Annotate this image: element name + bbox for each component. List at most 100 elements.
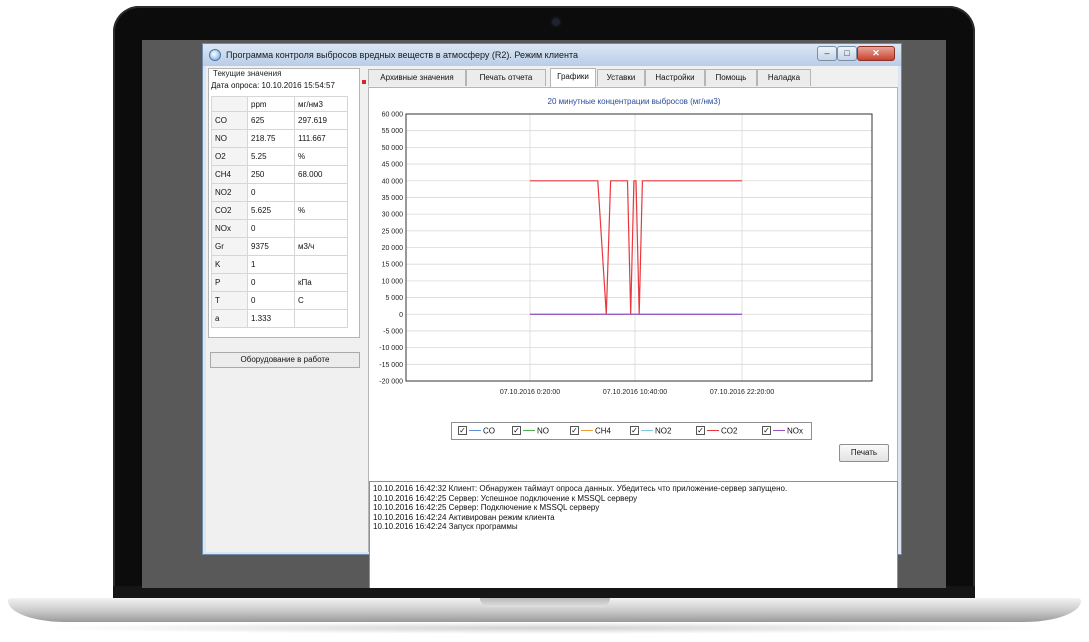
table-cell[interactable]: P (211, 273, 248, 292)
table-cell[interactable]: 0 (247, 273, 295, 292)
table-cell[interactable]: CO (211, 111, 248, 130)
legend-checkbox[interactable]: ✓ (696, 426, 705, 436)
y-tick-label: 35 000 (382, 195, 404, 202)
poll-date: Дата опроса: 10.10.2016 15:54:57 (211, 81, 335, 90)
table-cell[interactable]: 111.667 (294, 129, 348, 148)
table-cell[interactable]: a (211, 309, 248, 328)
legend-item[interactable]: ✓ CO2 (696, 426, 737, 438)
legend-item[interactable]: ✓ CH4 (570, 426, 611, 438)
legend-swatch (707, 430, 719, 432)
x-tick-label: 07.10.2016 10:40:00 (603, 389, 667, 396)
table-cell[interactable]: NO2 (211, 183, 248, 202)
event-log[interactable]: 10.10.2016 16:42:32 Клиент: Обнаружен та… (369, 481, 898, 588)
table-row: T0C (211, 291, 348, 310)
y-tick-label: 5 000 (385, 295, 403, 302)
table-row: CO2 5.625% (211, 201, 348, 220)
table-cell[interactable]: 9375 (247, 237, 295, 256)
print-button[interactable]: Печать (839, 444, 889, 462)
table-cell[interactable]: CH4 (211, 165, 248, 184)
minimize-button[interactable]: – (817, 46, 837, 61)
log-line: 10.10.2016 16:42:24 Запуск программы (373, 522, 518, 531)
tab-help[interactable]: Помощь (705, 69, 757, 86)
close-button[interactable]: ✕ (857, 46, 895, 61)
y-tick-label: 0 (399, 312, 403, 319)
legend-swatch (581, 430, 593, 432)
y-tick-label: 25 000 (382, 228, 404, 235)
legend-checkbox[interactable]: ✓ (630, 426, 639, 436)
table-cell[interactable]: O2 (211, 147, 248, 166)
table-cell[interactable]: % (294, 147, 348, 166)
table-cell[interactable]: 1.333 (247, 309, 295, 328)
legend-item[interactable]: ✓ NO2 (630, 426, 671, 438)
table-cell[interactable]: 218.75 (247, 129, 295, 148)
window-title: Программа контроля выбросов вредных веще… (226, 50, 579, 60)
tab-settings[interactable]: Настройки (645, 69, 705, 86)
table-cell[interactable]: % (294, 201, 348, 220)
y-tick-label: 30 000 (382, 212, 404, 219)
maximize-button[interactable]: □ (837, 46, 857, 61)
y-tick-label: 50 000 (382, 145, 404, 152)
y-tick-label: -5 000 (383, 328, 403, 335)
table-row: CH4 250 68.000 (211, 165, 348, 184)
current-values-table: ppm мг/нм3 CO 625 297.619 NO 218.75 111.667 O2… (211, 96, 348, 328)
app-icon (209, 49, 221, 61)
table-cell[interactable] (294, 183, 348, 202)
table-cell[interactable]: CO2 (211, 201, 248, 220)
legend-checkbox[interactable]: ✓ (458, 426, 467, 436)
tab-archive[interactable]: Архивные значения (368, 69, 466, 86)
log-line: 10.10.2016 16:42:32 Клиент: Обнаружен та… (373, 484, 788, 493)
table-row: NOx 0 (211, 219, 348, 238)
table-cell[interactable]: м3/ч (294, 237, 348, 256)
title-bar[interactable]: Программа контроля выбросов вредных веще… (203, 44, 901, 66)
table-cell[interactable]: 0 (247, 291, 295, 310)
table-cell[interactable]: 250 (247, 165, 295, 184)
table-cell[interactable]: 0 (247, 183, 295, 202)
tab-setpoints[interactable]: Уставки (597, 69, 645, 86)
y-tick-label: -15 000 (379, 362, 403, 369)
legend-item[interactable]: ✓ NO (512, 426, 549, 438)
table-cell[interactable]: Gr (211, 237, 248, 256)
legend-item[interactable]: ✓ NOx (762, 426, 803, 438)
table-cell[interactable]: кПа (294, 273, 348, 292)
table-cell[interactable]: C (294, 291, 348, 310)
tab-print-report[interactable]: Печать отчета (466, 69, 546, 86)
table-cell[interactable]: 5.625 (247, 201, 295, 220)
table-row: NO 218.75 111.667 (211, 129, 348, 148)
legend-checkbox[interactable]: ✓ (512, 426, 521, 436)
tab-charts[interactable]: Графики (550, 68, 596, 87)
table-cell[interactable]: 625 (247, 111, 295, 130)
app-window: Программа контроля выбросов вредных веще… (202, 43, 902, 588)
tab-tuning[interactable]: Наладка (757, 69, 811, 86)
table-cell[interactable]: NOx (211, 219, 248, 238)
table-cell[interactable]: NO (211, 129, 248, 148)
y-tick-label: 40 000 (382, 178, 404, 185)
table-cell[interactable]: 1 (247, 255, 295, 274)
x-tick-label: 07.10.2016 22:20:00 (710, 389, 774, 396)
equipment-status-button[interactable]: Оборудование в работе (210, 352, 360, 368)
table-row: O2 5.25% (211, 147, 348, 166)
log-line: 10.10.2016 16:42:25 Сервер: Успешное под… (373, 493, 638, 503)
y-tick-label: 60 000 (382, 112, 404, 119)
legend-item[interactable]: ✓ CO (458, 426, 495, 438)
table-cell[interactable] (294, 255, 348, 274)
table-cell[interactable]: 68.000 (294, 165, 348, 184)
legend-checkbox[interactable]: ✓ (570, 426, 579, 436)
table-row: K1 (211, 255, 348, 274)
column-header (211, 96, 248, 112)
legend-label: NO (537, 426, 549, 436)
camera-icon (552, 18, 560, 26)
client-area: Текущие значения Дата опроса: 10.10.2016… (206, 66, 898, 588)
laptop-shadow (30, 622, 1059, 634)
table-cell[interactable] (294, 309, 348, 328)
column-header: мг/нм3 (294, 96, 348, 112)
table-row: CO 625 297.619 (211, 111, 348, 130)
status-indicator (362, 80, 366, 84)
table-row: NO2 0 (211, 183, 348, 202)
table-cell[interactable]: 5.25 (247, 147, 295, 166)
legend-checkbox[interactable]: ✓ (762, 426, 771, 436)
table-cell[interactable]: 0 (247, 219, 295, 238)
table-cell[interactable]: K (211, 255, 248, 274)
table-cell[interactable] (294, 219, 348, 238)
table-cell[interactable]: 297.619 (294, 111, 348, 130)
table-cell[interactable]: T (211, 291, 248, 310)
